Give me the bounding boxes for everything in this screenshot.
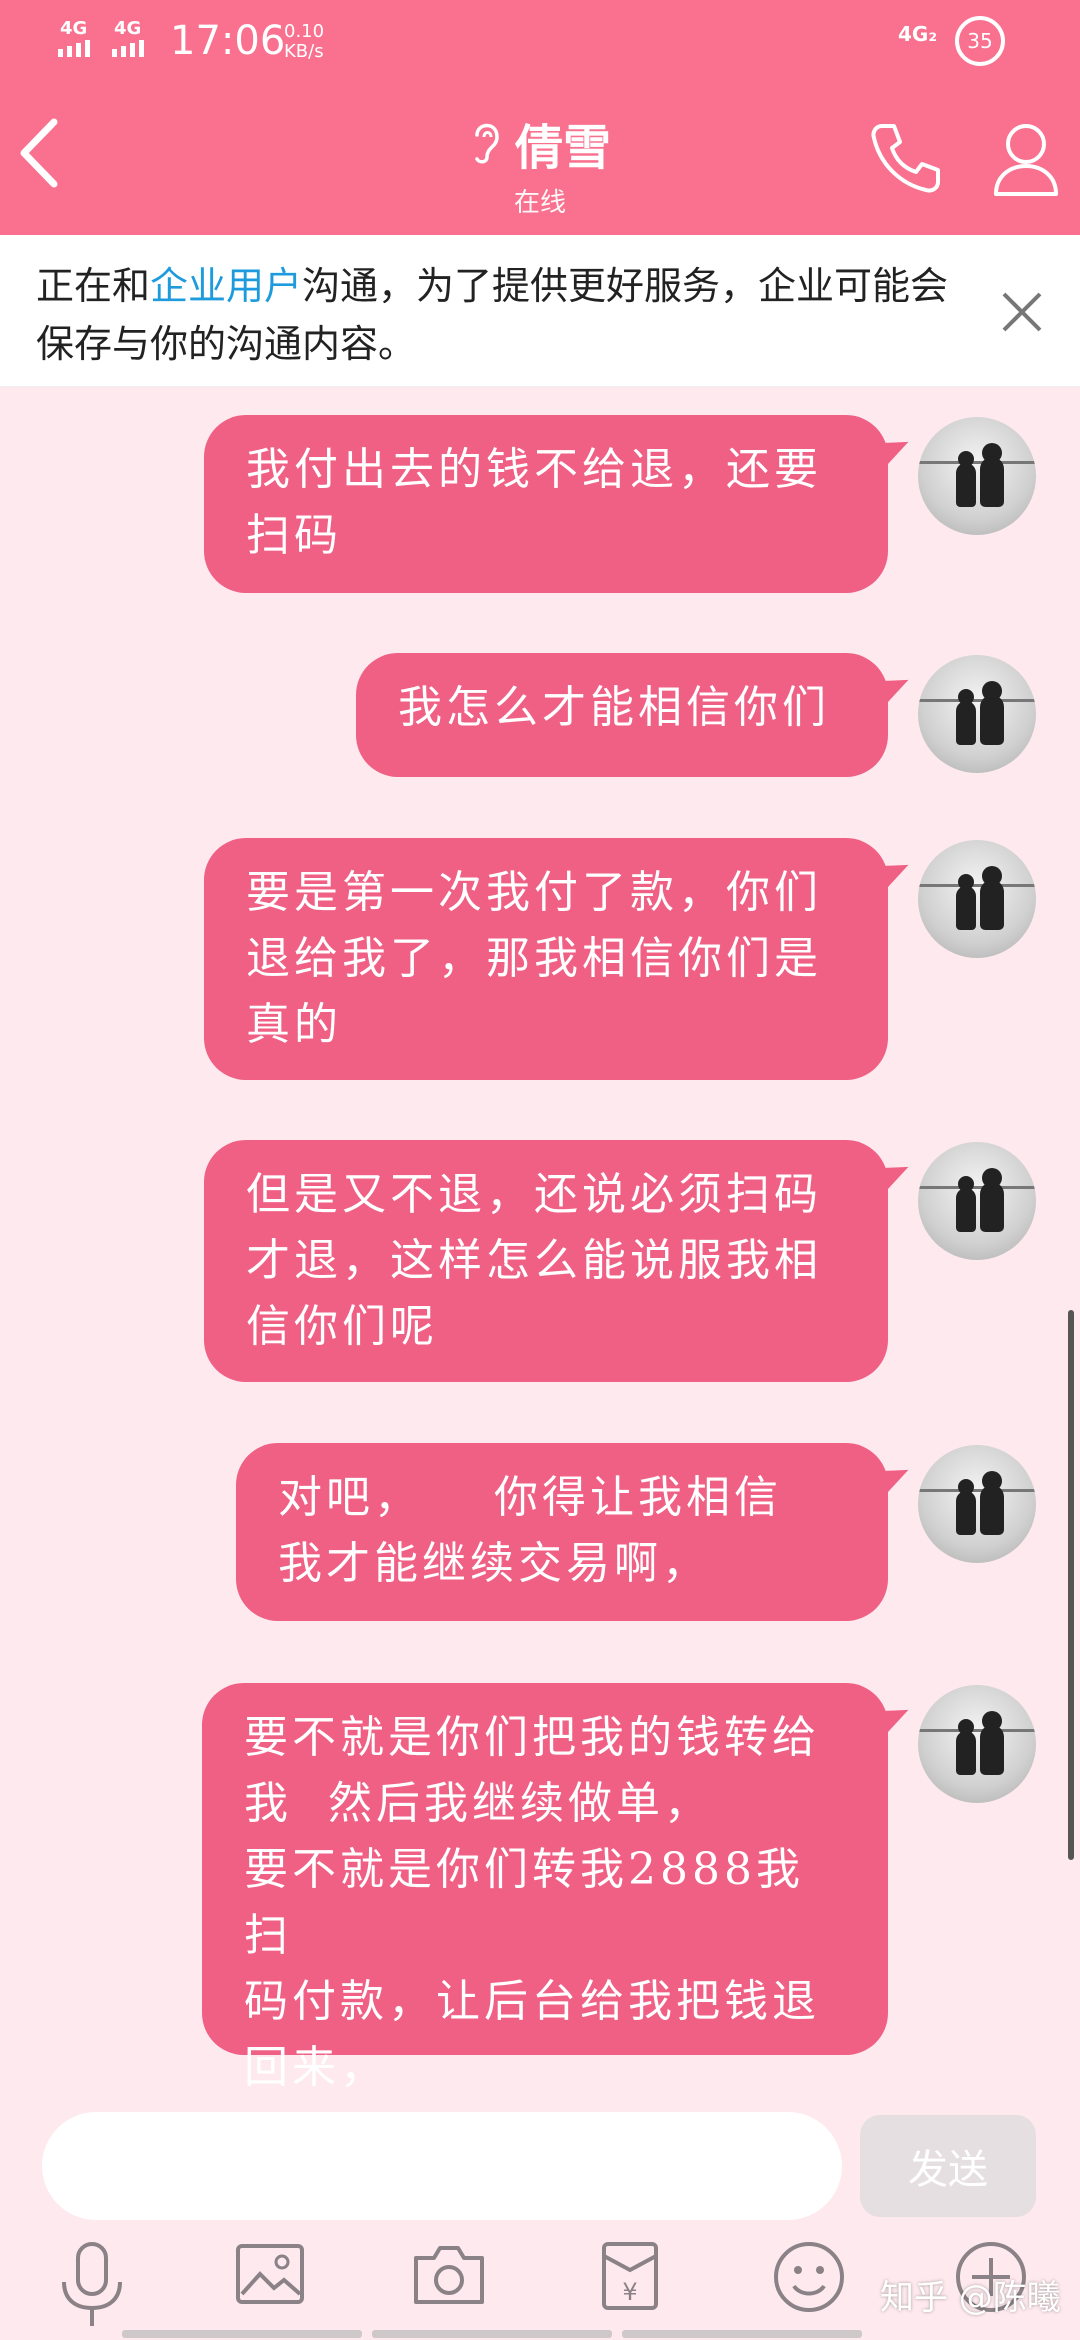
battery-level: 35 bbox=[967, 29, 993, 53]
image-icon[interactable] bbox=[234, 2240, 306, 2308]
clock: 17:06 bbox=[170, 18, 286, 64]
watermark: 知乎 @陈曦 bbox=[880, 2278, 1061, 2318]
message-bubble[interactable]: 要是第一次我付了款，你们 退给我了，那我相信你们是 真的 bbox=[204, 838, 888, 1080]
avatar[interactable] bbox=[918, 417, 1036, 535]
avatar[interactable] bbox=[918, 1685, 1036, 1803]
avatar[interactable] bbox=[918, 655, 1036, 773]
signal-bars-1-icon bbox=[58, 40, 90, 57]
chat-header: 4G 4G 17:06 0.10 KB/s 4G₂ 35 倩雪 在线 bbox=[0, 0, 1080, 235]
send-button[interactable]: 发送 bbox=[860, 2115, 1036, 2217]
speed-unit: KB/s bbox=[284, 41, 324, 62]
status-bar: 4G 4G 17:06 0.10 KB/s 4G₂ 35 bbox=[0, 0, 1080, 80]
emoji-icon[interactable] bbox=[772, 2240, 846, 2314]
network-type-right: 4G₂ bbox=[898, 22, 938, 46]
network-type-2: 4G bbox=[114, 18, 142, 39]
red-packet-icon[interactable]: ¥ bbox=[600, 2240, 660, 2312]
message-bubble[interactable]: 我付出去的钱不给退，还要 扫码 bbox=[204, 415, 888, 593]
network-type-1: 4G bbox=[60, 18, 88, 39]
notice-text-before: 正在和 bbox=[36, 264, 151, 308]
enterprise-notice-banner: 正在和企业用户沟通，为了提供更好服务，企业可能会保存与你的沟通内容。 bbox=[0, 235, 1080, 387]
enterprise-user-link[interactable]: 企业用户 bbox=[150, 264, 302, 308]
phone-icon[interactable] bbox=[868, 120, 944, 200]
message-bubble[interactable]: 对吧， 你得让我相信 我才能继续交易啊， bbox=[236, 1443, 888, 1621]
message-bubble[interactable]: 我怎么才能相信你们 bbox=[356, 653, 888, 777]
battery-indicator: 35 bbox=[955, 16, 1005, 66]
avatar[interactable] bbox=[918, 1142, 1036, 1260]
message-bubble[interactable]: 要不就是你们把我的钱转给 我 然后我继续做单， 要不就是你们转我2888我扫 码… bbox=[202, 1683, 888, 2093]
avatar[interactable] bbox=[918, 1445, 1036, 1563]
microphone-icon[interactable] bbox=[54, 2240, 130, 2330]
page-title: 倩雪 bbox=[514, 120, 611, 176]
ear-icon bbox=[469, 117, 503, 169]
network-speed: 0.10 KB/s bbox=[284, 22, 324, 62]
scrollbar[interactable] bbox=[1068, 1310, 1074, 1860]
profile-icon[interactable] bbox=[990, 118, 1062, 202]
speed-value: 0.10 bbox=[284, 21, 325, 42]
camera-icon[interactable] bbox=[410, 2240, 488, 2308]
avatar[interactable] bbox=[918, 840, 1036, 958]
message-input[interactable] bbox=[42, 2112, 842, 2220]
close-icon[interactable] bbox=[1000, 290, 1044, 338]
signal-bars-2-icon bbox=[112, 40, 144, 57]
notice-text: 正在和企业用户沟通，为了提供更好服务，企业可能会保存与你的沟通内容。 bbox=[36, 257, 976, 373]
bottom-nav-segment bbox=[122, 2330, 362, 2338]
svg-text:¥: ¥ bbox=[622, 2278, 637, 2306]
bottom-nav-segment bbox=[622, 2330, 862, 2338]
message-bubble[interactable]: 但是又不退，还说必须扫码 才退，这样怎么能说服我相 信你们呢 bbox=[204, 1140, 888, 1382]
bottom-nav-segment bbox=[372, 2330, 612, 2338]
